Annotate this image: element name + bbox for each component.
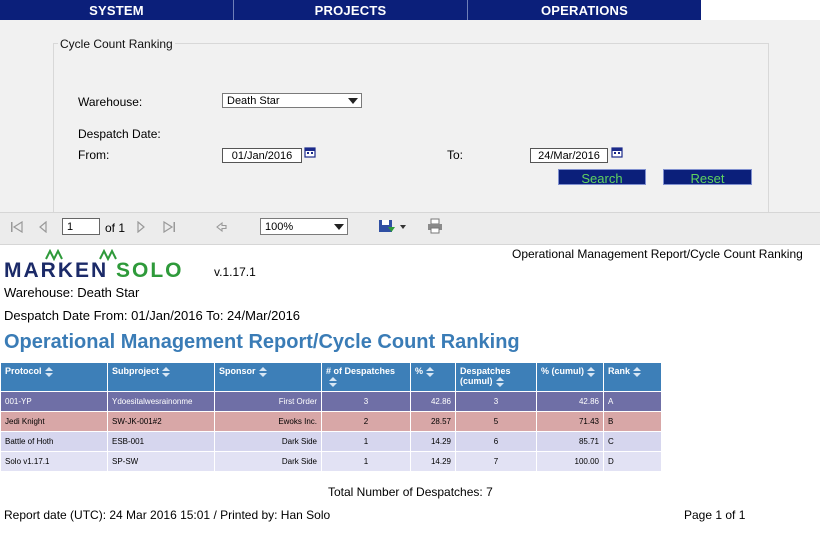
cell-percent-cumul: 71.43	[536, 411, 604, 432]
from-label: From:	[78, 148, 110, 162]
filter-legend: Cycle Count Ranking	[58, 37, 175, 51]
table-row: Jedi Knight SW-JK-001#2 Ewoks Inc. 2 28.…	[0, 411, 662, 432]
zoom-select[interactable]: 100%	[260, 218, 348, 235]
sort-icon	[495, 376, 504, 387]
cell-protocol: Solo v1.17.1	[0, 451, 108, 472]
cell-sponsor: Dark Side	[214, 431, 322, 452]
nav-projects[interactable]: PROJECTS	[234, 0, 468, 20]
cell-despatches: 1	[321, 431, 411, 452]
cell-despatches: 3	[321, 391, 411, 412]
top-nav: SYSTEM PROJECTS OPERATIONS	[0, 0, 701, 20]
cell-sponsor: Ewoks Inc.	[214, 411, 322, 432]
cell-subproject: SW-JK-001#2	[107, 411, 215, 432]
cell-rank: B	[603, 411, 662, 432]
cell-sponsor: Dark Side	[214, 451, 322, 472]
sort-icon	[258, 366, 267, 377]
calendar-icon[interactable]	[304, 146, 316, 158]
column-header[interactable]: # of Despatches	[321, 362, 411, 392]
column-header[interactable]: Rank	[603, 362, 662, 392]
previous-page-icon[interactable]	[38, 221, 48, 233]
cell-despatches: 2	[321, 411, 411, 432]
warehouse-info: Warehouse: Death Star	[4, 285, 140, 300]
table-header-row: Protocol Subproject Sponsor # of Despatc…	[0, 362, 662, 392]
cell-despatches-cumul: 7	[455, 451, 537, 472]
cell-subproject: ESB-001	[107, 431, 215, 452]
cell-percent: 28.57	[410, 411, 456, 432]
table-row: 001-YP Ydoesitalwesrainonme First Order …	[0, 391, 662, 412]
zoom-select-value: 100%	[265, 221, 294, 233]
cell-rank: A	[603, 391, 662, 412]
last-page-icon[interactable]	[162, 221, 176, 233]
cell-subproject: SP-SW	[107, 451, 215, 472]
cell-despatches-cumul: 5	[455, 411, 537, 432]
next-page-icon[interactable]	[136, 221, 146, 233]
cell-subproject: Ydoesitalwesrainonme	[107, 391, 215, 412]
cell-percent: 42.86	[410, 391, 456, 412]
column-header[interactable]: %	[410, 362, 456, 392]
page-count-text: of 1	[105, 221, 126, 235]
table-row: Battle of Hoth ESB-001 Dark Side 1 14.29…	[0, 431, 662, 452]
cell-protocol: Battle of Hoth	[0, 431, 108, 452]
cell-despatches: 1	[321, 451, 411, 472]
print-icon[interactable]	[427, 218, 443, 234]
cell-protocol: Jedi Knight	[0, 411, 108, 432]
column-header[interactable]: Subproject	[107, 362, 215, 392]
logo-solo: SOLO	[116, 259, 184, 282]
logo-marken: MARKEN	[4, 259, 109, 282]
nav-operations[interactable]: OPERATIONS	[468, 0, 701, 20]
sort-icon	[162, 366, 171, 377]
report-date-footer: Report date (UTC): 24 Mar 2016 15:01 / P…	[4, 508, 331, 522]
column-header[interactable]: Sponsor	[214, 362, 322, 392]
cell-despatches-cumul: 3	[455, 391, 537, 412]
column-header[interactable]: Despatches (cumul)	[455, 362, 537, 392]
cell-percent-cumul: 85.71	[536, 431, 604, 452]
table-row: Solo v1.17.1 SP-SW Dark Side 1 14.29 7 1…	[0, 451, 662, 472]
chevron-down-icon	[334, 224, 344, 230]
report-title: Operational Management Report/Cycle Coun…	[4, 331, 520, 353]
marken-solo-logo: MARKEN SOLO	[4, 259, 184, 283]
chevron-down-icon	[348, 98, 358, 104]
back-icon[interactable]	[215, 221, 227, 233]
column-header[interactable]: Protocol	[0, 362, 108, 392]
from-date-field[interactable]: 01/Jan/2016	[222, 148, 302, 163]
reset-button[interactable]: Reset	[663, 169, 752, 186]
search-button[interactable]: Search	[558, 169, 646, 186]
sort-icon	[44, 366, 53, 377]
page-footer: Page 1 of 1	[684, 508, 746, 522]
sort-icon	[633, 366, 642, 377]
to-date-field[interactable]: 24/Mar/2016	[530, 148, 608, 163]
cell-percent: 14.29	[410, 451, 456, 472]
cell-rank: C	[603, 431, 662, 452]
ranking-table: Protocol Subproject Sponsor # of Despatc…	[0, 362, 662, 472]
warehouse-label: Warehouse:	[78, 95, 143, 109]
warehouse-select[interactable]: Death Star	[222, 93, 362, 108]
sort-icon	[329, 376, 337, 387]
to-label: To:	[447, 148, 464, 162]
sort-icon	[587, 366, 596, 377]
despatch-date-label: Despatch Date:	[78, 127, 161, 141]
nav-system[interactable]: SYSTEM	[0, 0, 234, 20]
cell-percent: 14.29	[410, 431, 456, 452]
cell-rank: D	[603, 451, 662, 472]
first-page-icon[interactable]	[10, 221, 24, 233]
despatch-date-info: Despatch Date From: 01/Jan/2016 To: 24/M…	[4, 308, 301, 323]
sort-icon	[426, 366, 435, 377]
total-despatches: Total Number of Despatches: 7	[328, 485, 493, 499]
cell-protocol: 001-YP	[0, 391, 108, 412]
warehouse-select-value: Death Star	[227, 95, 280, 107]
page-number-input[interactable]: 1	[62, 218, 100, 235]
column-header[interactable]: % (cumul)	[536, 362, 604, 392]
cell-despatches-cumul: 6	[455, 431, 537, 452]
cell-sponsor: First Order	[214, 391, 322, 412]
report-path: Operational Management Report/Cycle Coun…	[512, 247, 803, 261]
calendar-icon[interactable]	[611, 146, 623, 158]
cell-percent-cumul: 42.86	[536, 391, 604, 412]
export-icon[interactable]	[378, 218, 408, 234]
cell-percent-cumul: 100.00	[536, 451, 604, 472]
version-text: v.1.17.1	[214, 265, 256, 279]
